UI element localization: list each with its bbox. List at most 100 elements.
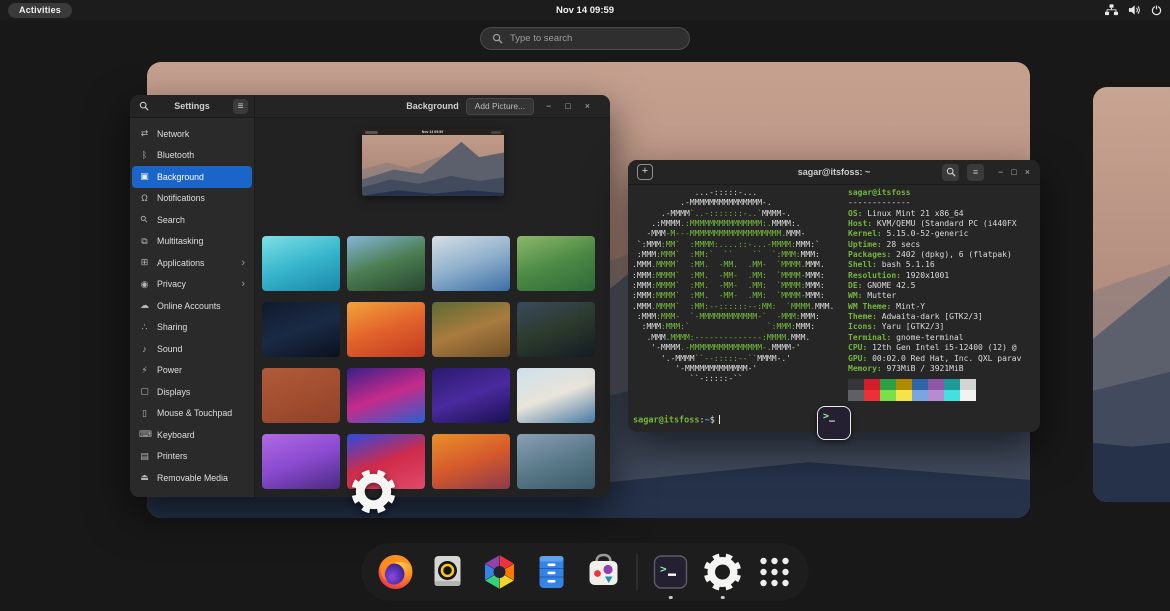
wallpaper-thumb-purple-wave[interactable] xyxy=(432,368,510,423)
sidebar-item-displays[interactable]: ▢Displays xyxy=(132,381,252,403)
sidebar-item-bluetooth[interactable]: ᛒ Bluetooth xyxy=(132,145,252,167)
settings-sidebar: Settings ≡ ⇄Network ᛒ Bluetooth ▣Background… xyxy=(130,95,255,497)
files-icon xyxy=(532,552,572,592)
sidebar-item-online-accounts[interactable]: ☁Online Accounts xyxy=(132,295,252,317)
dock: > xyxy=(362,543,809,601)
sidebar-item-applications[interactable]: ⊞Applications› xyxy=(132,252,252,274)
sidebar-item-privacy[interactable]: ◉Privacy› xyxy=(132,274,252,296)
sidebar-item-multitasking[interactable]: ⧉Multitasking xyxy=(132,231,252,253)
sidebar-item-removable-media[interactable]: ⏏Removable Media xyxy=(132,467,252,489)
keyboard-icon: ⌨ xyxy=(139,429,150,440)
sidebar-item-printers[interactable]: ▤Printers xyxy=(132,446,252,468)
applications-icon: ⊞ xyxy=(139,257,150,268)
wallpaper-thumb-mountain-road[interactable] xyxy=(517,434,595,489)
prompt-user: sagar@itsfoss xyxy=(633,416,700,426)
shell-prompt: sagar@itsfoss:~$ xyxy=(633,415,720,426)
maximize-button[interactable]: □ xyxy=(565,102,570,111)
wallpaper-thumb-night-road[interactable] xyxy=(517,302,595,357)
add-picture-button[interactable]: Add Picture... xyxy=(466,98,534,115)
sidebar-item-label: Notifications xyxy=(157,193,205,203)
sidebar-item-mouse-touchpad[interactable]: ▯Mouse & Touchpad xyxy=(132,403,252,425)
sidebar-item-notifications[interactable]: ΩNotifications xyxy=(132,188,252,210)
wallpaper-thumb-green-coast[interactable] xyxy=(347,236,425,291)
sidebar-item-keyboard[interactable]: ⌨Keyboard xyxy=(132,424,252,446)
activities-button[interactable]: Activities xyxy=(8,3,72,18)
running-indicator xyxy=(721,596,725,600)
text-cursor xyxy=(719,415,721,424)
settings-app-badge-gear-icon[interactable] xyxy=(350,468,397,515)
music-player-icon xyxy=(428,552,468,592)
dock-app-app-grid[interactable] xyxy=(755,552,795,592)
minimize-button[interactable]: − xyxy=(546,102,551,111)
wallpaper-thumb-dark-lines[interactable] xyxy=(262,302,340,357)
removable-media-icon: ⏏ xyxy=(139,472,150,483)
dock-separator xyxy=(637,554,638,590)
sidebar-item-label: Displays xyxy=(157,387,190,397)
dock-app-firefox[interactable] xyxy=(376,552,416,592)
wallpaper-thumb-white-terrace[interactable] xyxy=(517,368,595,423)
sidebar-item-label: Bluetooth xyxy=(157,150,194,160)
dock-app-software-store[interactable] xyxy=(584,552,624,592)
terminal-titlebar: + sagar@itsfoss: ~ ≡ − □ × xyxy=(628,160,1040,185)
wallpaper-thumb-orange-hills[interactable] xyxy=(347,302,425,357)
terminal-window[interactable]: + sagar@itsfoss: ~ ≡ − □ × ...-:::::-...… xyxy=(628,160,1040,432)
sidebar-item-search[interactable]: ⚲Search xyxy=(132,209,252,231)
close-button[interactable]: × xyxy=(585,102,590,111)
sidebar-item-background[interactable]: ▣Background xyxy=(132,166,252,188)
dock-app-terminal[interactable]: > xyxy=(651,552,691,592)
terminal-title: sagar@itsfoss: ~ xyxy=(798,167,871,177)
settings-content: Background Add Picture... − □ × Nov 14 0… xyxy=(255,95,610,497)
settings-sidebar-list: ⇄Network ᛒ Bluetooth ▣BackgroundΩNotificati… xyxy=(130,118,254,494)
sidebar-item-sound[interactable]: ♪Sound xyxy=(132,338,252,360)
background-settings-body: Nov 14 09:59 xyxy=(255,118,610,497)
terminal-menu-button[interactable]: ≡ xyxy=(967,164,984,181)
sidebar-item-network[interactable]: ⇄Network xyxy=(132,123,252,145)
dock-app-files[interactable] xyxy=(532,552,572,592)
dock-app-photos[interactable] xyxy=(480,552,520,592)
settings-sidebar-header: Settings ≡ xyxy=(130,95,254,118)
clock[interactable]: Nov 14 09:59 xyxy=(556,5,614,16)
close-button[interactable]: × xyxy=(1025,168,1030,177)
dock-app-music-player[interactable] xyxy=(428,552,468,592)
search-bar[interactable] xyxy=(480,27,690,50)
wallpaper-thumb-forest-road[interactable] xyxy=(517,236,595,291)
bluetooth-icon: ᛒ xyxy=(139,150,150,160)
wallpaper-thumb-supertrees[interactable] xyxy=(262,434,340,489)
terminal-content[interactable]: ...-:::::-... .-MMMMMMMMMMMMMMM-. .-MMMM… xyxy=(628,185,1040,432)
terminal-app-badge-icon[interactable]: >_ xyxy=(817,406,851,440)
search-input[interactable] xyxy=(510,33,678,44)
terminal-icon: > xyxy=(651,552,691,592)
system-status-area[interactable] xyxy=(1105,0,1162,20)
wallpaper-thumb-sunset-palms[interactable] xyxy=(432,434,510,489)
mouse-touchpad-icon: ▯ xyxy=(139,408,150,419)
search-icon xyxy=(946,167,956,177)
wallpaper-thumb-clay-court[interactable] xyxy=(262,368,340,423)
background-icon: ▣ xyxy=(139,171,150,182)
wallpaper-thumb-planet-swirl[interactable] xyxy=(347,368,425,423)
sidebar-item-label: Multitasking xyxy=(157,236,203,246)
workspace-next-preview[interactable] xyxy=(1093,87,1170,502)
maximize-button[interactable]: □ xyxy=(1011,168,1016,177)
sidebar-item-power[interactable]: ⚡Power xyxy=(132,360,252,382)
desktop-wallpaper xyxy=(1093,87,1170,502)
svg-text:>: > xyxy=(660,563,667,576)
wallpaper-thumb-autumn-path[interactable] xyxy=(432,302,510,357)
sidebar-search-button[interactable] xyxy=(136,99,151,114)
network-icon xyxy=(1105,4,1118,16)
menu-icon: ≡ xyxy=(973,168,978,177)
app-grid-icon xyxy=(755,552,795,592)
hamburger-menu-button[interactable]: ≡ xyxy=(233,99,248,114)
chevron-right-icon: › xyxy=(241,257,245,269)
settings-window[interactable]: Settings ≡ ⇄NetworkᛒBluetooth▣Background… xyxy=(130,95,610,497)
current-wallpaper-preview: Nov 14 09:59 xyxy=(362,129,504,196)
search-icon: ⚲ xyxy=(137,212,153,228)
new-tab-button[interactable]: + xyxy=(637,164,653,180)
minimize-button[interactable]: − xyxy=(998,168,1003,177)
dock-app-settings[interactable] xyxy=(703,552,743,592)
wallpaper-thumb-bubble[interactable] xyxy=(432,236,510,291)
sidebar-item-sharing[interactable]: ∴Sharing xyxy=(132,317,252,339)
terminal-search-button[interactable] xyxy=(942,164,959,181)
page-title: Background xyxy=(406,101,459,111)
wallpaper-thumb-cyan-crystals[interactable] xyxy=(262,236,340,291)
sidebar-item-label: Power xyxy=(157,365,182,375)
